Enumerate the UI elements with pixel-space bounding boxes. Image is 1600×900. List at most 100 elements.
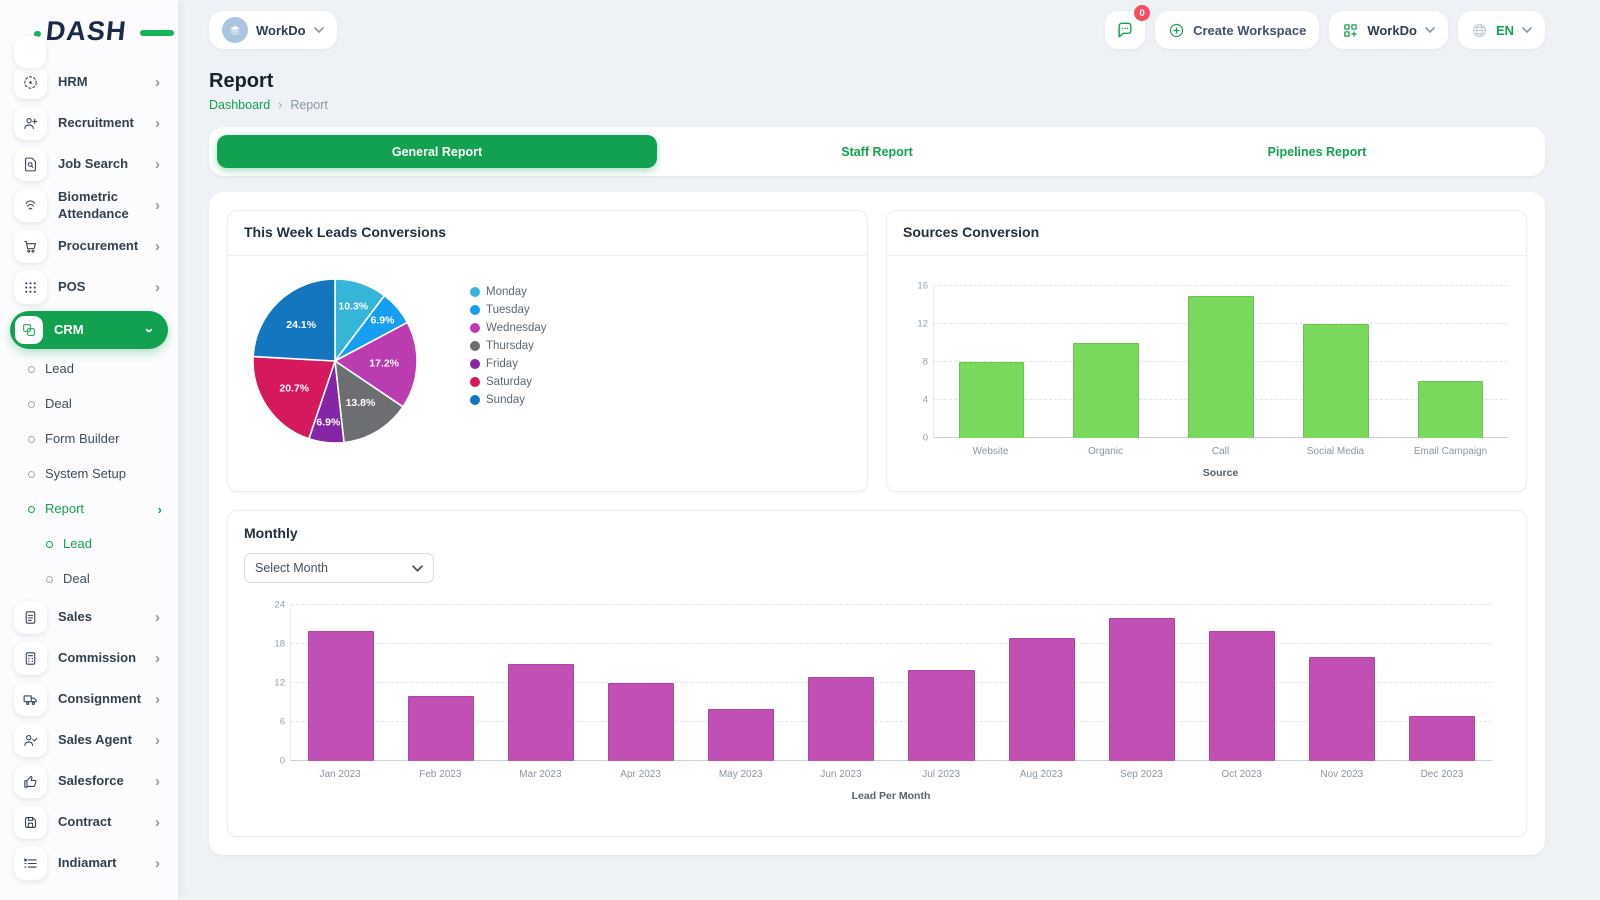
main-area: WorkDo 0 Create Workspace WorkDo xyxy=(178,0,1600,900)
bar-slot xyxy=(791,605,891,761)
breadcrumb-dashboard-link[interactable]: Dashboard xyxy=(209,98,270,112)
bar-slot xyxy=(691,605,791,761)
sidebar-subitem-report-lead[interactable]: Lead xyxy=(12,527,166,562)
sidebar-item-recruitment[interactable]: Recruitment › xyxy=(12,103,166,144)
sources-conversion-card: Sources Conversion 0481216WebsiteOrganic… xyxy=(886,210,1527,492)
chevron-right-icon: › xyxy=(155,773,164,790)
sidebar-item-salesforce[interactable]: Salesforce › xyxy=(12,761,166,802)
bar-apr-2023 xyxy=(608,683,674,761)
breadcrumb: Dashboard › Report xyxy=(209,98,1545,112)
chevron-right-icon: › xyxy=(155,156,164,173)
chevron-right-icon: › xyxy=(155,732,164,749)
sidebar-item-label: Sales xyxy=(58,609,144,625)
report-panel: This Week Leads Conversions 10.3%6.9%17.… xyxy=(209,192,1545,855)
workspace-switcher[interactable]: WorkDo xyxy=(1329,11,1448,49)
legend-dot xyxy=(470,377,480,387)
chevron-right-icon: › xyxy=(155,855,164,872)
bar-mar-2023 xyxy=(508,664,574,762)
x-axis-tick: Dec 2023 xyxy=(1392,769,1492,780)
messages-button[interactable]: 0 xyxy=(1105,11,1145,49)
sidebar-subitem-form-builder[interactable]: Form Builder xyxy=(12,422,166,457)
bar-dec-2023 xyxy=(1409,716,1475,762)
x-axis-tick: Jun 2023 xyxy=(791,769,891,780)
bar-jul-2023 xyxy=(908,670,974,761)
sidebar-subitem-deal[interactable]: Deal xyxy=(12,387,166,422)
bar-social-media xyxy=(1303,324,1368,438)
sidebar-subitem-lead[interactable]: Lead xyxy=(12,352,166,387)
sidebar-item-procurement[interactable]: Procurement › xyxy=(12,226,166,267)
legend-dot xyxy=(470,359,480,369)
bar-slot xyxy=(1049,286,1164,438)
app-logo[interactable]: DASH xyxy=(46,16,156,52)
subitem-label: Form Builder xyxy=(45,431,166,447)
bar-organic xyxy=(1073,343,1138,438)
sidebar: DASH HRM › Recruitment › Job Search › xyxy=(0,0,178,900)
sidebar-item-commission[interactable]: Commission › xyxy=(12,638,166,679)
chevron-right-icon: › xyxy=(155,238,164,255)
sidebar-subitem-system-setup[interactable]: System Setup xyxy=(12,457,166,492)
x-axis-tick: Organic xyxy=(1048,446,1163,457)
chevron-down-icon xyxy=(412,565,423,572)
legend-item-saturday: Saturday xyxy=(470,376,547,388)
sidebar-item-sales[interactable]: Sales › xyxy=(12,597,166,638)
sidebar-item-label: Job Search xyxy=(58,156,144,172)
bar-slot xyxy=(992,605,1092,761)
messages-badge: 0 xyxy=(1134,5,1150,21)
bullet-icon xyxy=(28,471,35,478)
sidebar-item-label: CRM xyxy=(54,322,136,338)
breadcrumb-separator: › xyxy=(278,98,282,112)
tab-staff-report[interactable]: Staff Report xyxy=(657,135,1097,168)
bar-jun-2023 xyxy=(808,677,874,762)
x-axis-tick: Jan 2023 xyxy=(290,769,390,780)
sources-bar-chart: 0481216 WebsiteOrganicCallSocial MediaEma… xyxy=(887,256,1526,479)
sidebar-item-hrm[interactable]: HRM › xyxy=(12,62,166,103)
workspace-avatar xyxy=(222,17,248,43)
x-axis-tick: Aug 2023 xyxy=(991,769,1091,780)
bar-aug-2023 xyxy=(1009,638,1075,762)
salesforce-icon xyxy=(14,765,47,798)
sidebar-item-job-search[interactable]: Job Search › xyxy=(12,144,166,185)
job-search-icon xyxy=(14,148,47,181)
chevron-down-icon xyxy=(314,27,324,33)
select-month-dropdown[interactable]: Select Month xyxy=(244,553,434,583)
sidebar-item-sales-agent[interactable]: Sales Agent › xyxy=(12,720,166,761)
chevron-right-icon: › xyxy=(155,74,164,91)
x-axis-title: Source xyxy=(933,467,1508,479)
crm-icon xyxy=(15,316,43,344)
recruitment-icon xyxy=(14,107,47,140)
sidebar-subitem-report-deal[interactable]: Deal xyxy=(12,562,166,597)
bar-slot xyxy=(291,605,391,761)
chat-icon xyxy=(1115,20,1135,40)
sidebar-item-biometric-attendance[interactable]: Biometric Attendance › xyxy=(12,185,166,226)
legend-dot xyxy=(470,287,480,297)
x-axis-tick: Mar 2023 xyxy=(490,769,590,780)
subitem-label: Lead xyxy=(63,536,166,552)
bullet-icon xyxy=(46,576,53,583)
x-axis-tick: Apr 2023 xyxy=(591,769,691,780)
sidebar-item-label: Indiamart xyxy=(58,855,144,871)
grid-plus-icon xyxy=(1342,22,1359,39)
card-header: This Week Leads Conversions xyxy=(228,211,867,256)
tab-pipelines-report[interactable]: Pipelines Report xyxy=(1097,135,1537,168)
sidebar-item-pos[interactable]: POS › xyxy=(12,267,166,308)
logo-text: DASH xyxy=(44,16,128,47)
select-month-value: Select Month xyxy=(255,561,328,575)
sidebar-item-label: Procurement xyxy=(58,238,144,254)
create-workspace-button[interactable]: Create Workspace xyxy=(1155,11,1319,49)
x-axis-ticks: WebsiteOrganicCallSocial MediaEmail Camp… xyxy=(933,446,1508,457)
pie-slice-label: 10.3% xyxy=(338,300,368,312)
page-title: Report xyxy=(209,70,1545,93)
sidebar-item-indiamart[interactable]: Indiamart › xyxy=(12,843,166,884)
tab-general-report[interactable]: General Report xyxy=(217,135,657,168)
sidebar-item-contract[interactable]: Contract › xyxy=(12,802,166,843)
workspace-pill[interactable]: WorkDo xyxy=(209,11,337,49)
sidebar-item-consignment[interactable]: Consignment › xyxy=(12,679,166,720)
indiamart-icon xyxy=(14,847,47,880)
consignment-icon xyxy=(14,683,47,716)
sidebar-item-crm[interactable]: CRM › xyxy=(10,311,168,349)
bar-plot: 0481216 xyxy=(933,286,1508,438)
language-selector[interactable]: EN xyxy=(1458,11,1545,49)
sidebar-subitem-report[interactable]: Report › xyxy=(12,492,166,527)
chevron-right-icon: › xyxy=(155,115,164,132)
x-axis-ticks: Jan 2023Feb 2023Mar 2023Apr 2023May 2023… xyxy=(290,769,1492,780)
